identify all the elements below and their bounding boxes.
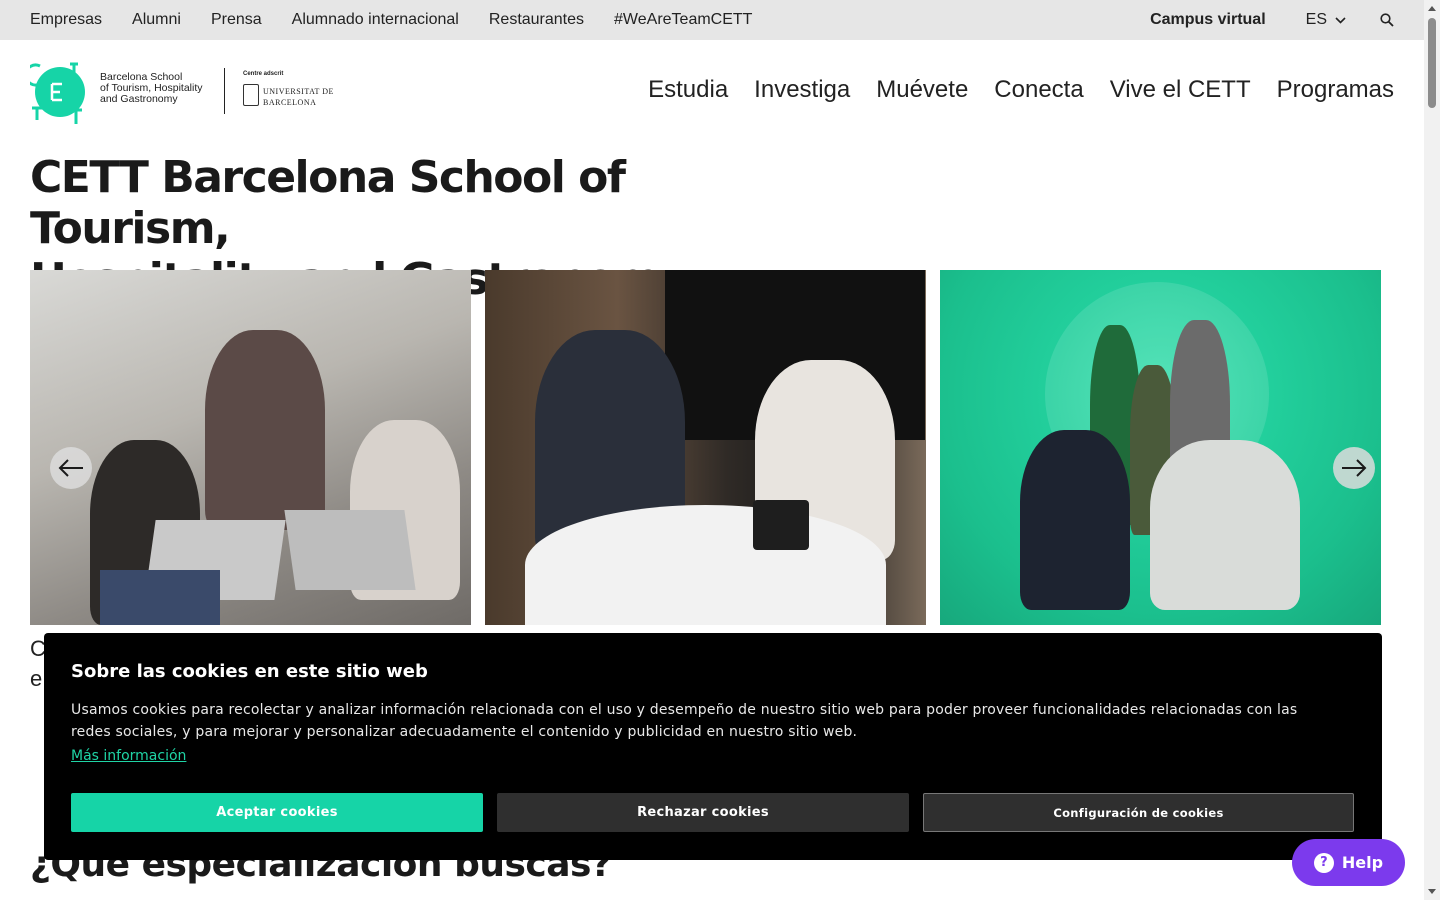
utility-link-alumnado-internacional[interactable]: Alumnado internacional bbox=[292, 11, 459, 29]
help-icon: ? bbox=[1313, 852, 1334, 873]
help-button[interactable]: ? Help bbox=[1292, 839, 1405, 886]
page-scrollbar[interactable] bbox=[1424, 0, 1440, 900]
cookie-body: Usamos cookies para recolectar y analiza… bbox=[71, 702, 1298, 740]
page-title-line: CETT Barcelona School of Tourism, bbox=[30, 152, 626, 254]
university-name-line: UNIVERSITAT DE bbox=[263, 87, 334, 96]
school-name-line: and Gastronomy bbox=[100, 93, 178, 105]
nav-item-investiga[interactable]: Investiga bbox=[754, 76, 850, 104]
accept-cookies-button[interactable]: Aceptar cookies bbox=[71, 793, 483, 832]
nav-item-muevete[interactable]: Muévete bbox=[876, 76, 968, 104]
photo-figure bbox=[1150, 440, 1300, 610]
main-nav: Estudia Investiga Muévete Conecta Vive e… bbox=[622, 76, 1394, 104]
carousel-next-button[interactable] bbox=[1333, 447, 1375, 489]
photo-figure bbox=[1020, 430, 1130, 610]
scroll-up-icon[interactable] bbox=[1428, 6, 1436, 11]
utility-links: Empresas Alumni Prensa Alumnado internac… bbox=[30, 0, 782, 40]
school-name: Barcelona School of Tourism, Hospitality… bbox=[100, 72, 220, 105]
cett-logo-mark-icon bbox=[30, 62, 85, 124]
campus-virtual-link[interactable]: Campus virtual bbox=[1150, 11, 1266, 29]
logo-divider bbox=[224, 68, 225, 114]
carousel-image-meeting[interactable] bbox=[485, 270, 926, 625]
utility-link-alumni[interactable]: Alumni bbox=[132, 11, 181, 29]
carousel-prev-button[interactable] bbox=[50, 447, 92, 489]
language-selector[interactable]: ES bbox=[1306, 11, 1346, 29]
ub-crest-icon bbox=[243, 84, 259, 106]
nav-item-vive-el-cett[interactable]: Vive el CETT bbox=[1110, 76, 1251, 104]
photo-laptop bbox=[100, 570, 220, 625]
photo-table bbox=[525, 505, 886, 625]
utility-link-weareteamcett[interactable]: #WeAreTeamCETT bbox=[614, 11, 752, 29]
nav-item-programas[interactable]: Programas bbox=[1277, 76, 1394, 104]
university-name-line: BARCELONA bbox=[263, 98, 317, 107]
university-name: UNIVERSITAT DE BARCELONA bbox=[263, 86, 334, 108]
help-label: Help bbox=[1341, 853, 1384, 872]
utility-bar: Empresas Alumni Prensa Alumnado internac… bbox=[0, 0, 1424, 40]
scroll-down-icon[interactable] bbox=[1428, 889, 1436, 894]
cookie-banner: Sobre las cookies en este sitio web Usam… bbox=[44, 633, 1382, 860]
utility-link-empresas[interactable]: Empresas bbox=[30, 11, 102, 29]
centre-adscrit-label: Centre adscrit bbox=[243, 71, 284, 77]
utility-link-prensa[interactable]: Prensa bbox=[211, 11, 262, 29]
scrollbar-thumb[interactable] bbox=[1428, 18, 1436, 108]
nav-item-estudia[interactable]: Estudia bbox=[648, 76, 728, 104]
nav-item-conecta[interactable]: Conecta bbox=[994, 76, 1083, 104]
photo-mug bbox=[753, 500, 809, 550]
photo-figure bbox=[205, 330, 325, 530]
photo-laptop bbox=[284, 510, 416, 590]
cookie-settings-button[interactable]: Configuración de cookies bbox=[923, 793, 1354, 832]
carousel-image-students-classroom[interactable] bbox=[30, 270, 471, 625]
search-icon[interactable] bbox=[1380, 13, 1394, 27]
chevron-down-icon bbox=[1335, 16, 1346, 24]
reject-cookies-button[interactable]: Rechazar cookies bbox=[497, 793, 909, 832]
cookie-more-info-link[interactable]: Más información bbox=[71, 748, 186, 764]
language-label: ES bbox=[1305, 11, 1327, 28]
utility-link-restaurantes[interactable]: Restaurantes bbox=[489, 11, 584, 29]
arrow-left-icon bbox=[58, 459, 83, 477]
arrow-right-icon bbox=[1342, 459, 1367, 477]
cett-logo[interactable]: Barcelona School of Tourism, Hospitality… bbox=[30, 62, 340, 126]
carousel-image-team-group[interactable] bbox=[940, 270, 1381, 625]
utility-right: Campus virtual ES bbox=[1150, 0, 1394, 40]
cookie-title: Sobre las cookies en este sitio web bbox=[71, 661, 428, 682]
